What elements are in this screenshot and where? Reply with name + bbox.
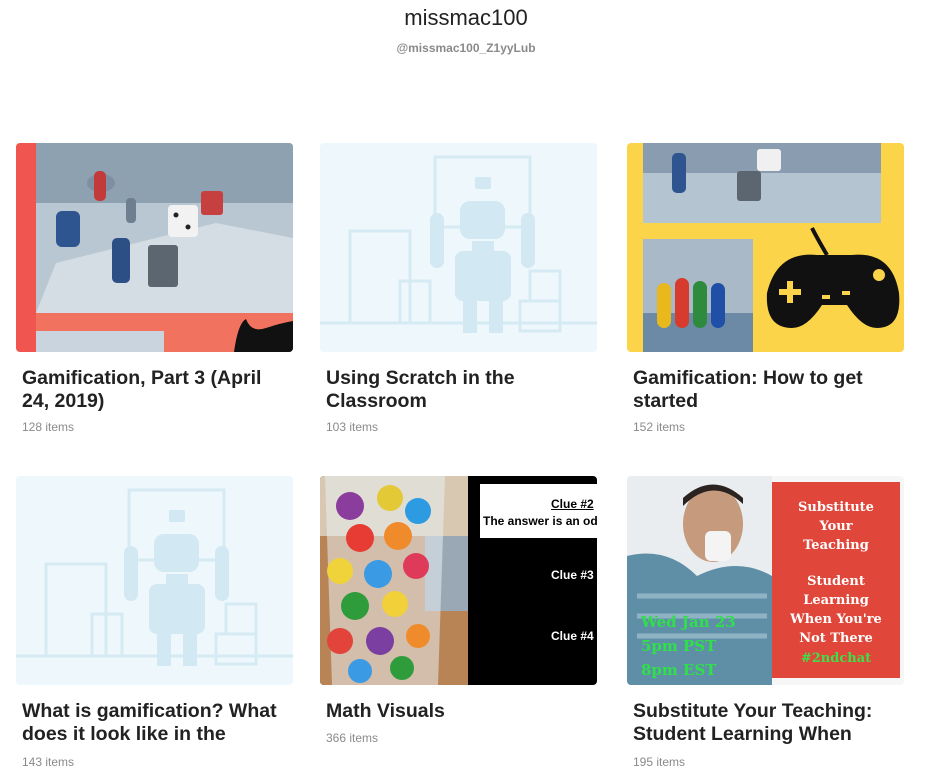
sub-hashtag: #2ndchat bbox=[800, 651, 872, 666]
sub-date-1: Wed Jan 23 bbox=[641, 613, 736, 631]
profile-handle: @missmac100_Z1yyLub bbox=[396, 41, 536, 55]
sub-line-2: Your bbox=[819, 519, 853, 534]
board-game-image bbox=[16, 143, 293, 352]
collection-title[interactable]: Gamification, Part 3 (April 24, 2019) bbox=[22, 367, 290, 413]
collection-title[interactable]: Substitute Your Teaching: Student Learni… bbox=[633, 700, 901, 746]
sub-line-6: When You're bbox=[790, 612, 882, 627]
sub-line-5: Learning bbox=[803, 593, 869, 608]
collection-count: 152 items bbox=[633, 420, 686, 434]
collection-title[interactable]: Gamification: How to get started bbox=[633, 367, 901, 413]
sub-line-4: Student bbox=[807, 574, 865, 589]
collection-thumbnail[interactable] bbox=[320, 143, 597, 352]
collection-title[interactable]: Using Scratch in the Classroom bbox=[326, 367, 594, 413]
sub-line-7: Not There bbox=[799, 631, 873, 646]
robot-placeholder-image bbox=[320, 143, 597, 352]
collection-count: 366 items bbox=[326, 731, 379, 745]
collection-thumbnail[interactable] bbox=[16, 476, 293, 685]
game-collage-image bbox=[627, 143, 904, 352]
collection-count: 128 items bbox=[22, 420, 75, 434]
clue-4-label: Clue #4 bbox=[551, 629, 594, 643]
collection-thumbnail[interactable]: Clue #2 The answer is an od Clue #3 Clue… bbox=[320, 476, 597, 685]
clue-3-label: Clue #3 bbox=[551, 568, 594, 582]
sub-date-2: 5pm PST bbox=[641, 637, 717, 655]
collection-count: 103 items bbox=[326, 420, 379, 434]
clue-answer-text: The answer is an od bbox=[483, 514, 597, 528]
collection-thumbnail[interactable] bbox=[16, 143, 293, 352]
clue-box bbox=[480, 484, 597, 538]
collection-title[interactable]: Math Visuals bbox=[326, 700, 594, 723]
collection-thumbnail[interactable]: Substitute Your Teaching Student Learnin… bbox=[627, 476, 904, 685]
sub-line-3: Teaching bbox=[803, 538, 869, 553]
profile-name: missmac100 bbox=[404, 5, 528, 30]
collection-count: 143 items bbox=[22, 755, 75, 769]
collection-title[interactable]: What is gamification? What does it look … bbox=[22, 700, 290, 746]
sub-date-3: 8pm EST bbox=[641, 661, 717, 679]
sub-line-1: Substitute bbox=[798, 500, 874, 515]
collection-count: 195 items bbox=[633, 755, 686, 769]
collection-thumbnail[interactable] bbox=[627, 143, 904, 352]
clue-2-label: Clue #2 bbox=[551, 497, 594, 511]
robot-placeholder-image bbox=[16, 476, 293, 685]
